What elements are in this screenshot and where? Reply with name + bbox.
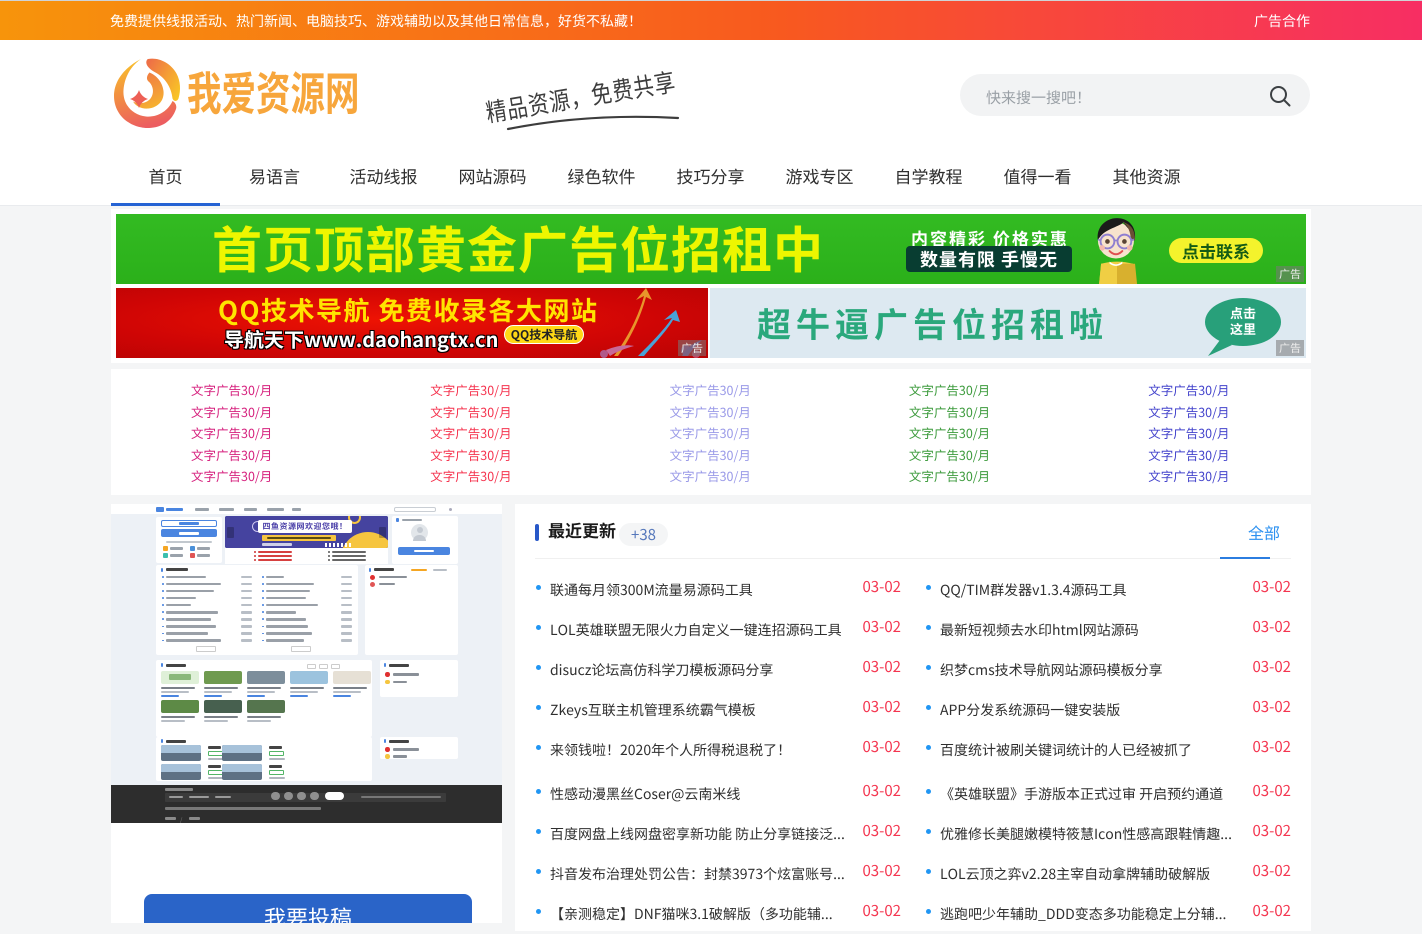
svg-text:这里: 这里	[1230, 319, 1256, 338]
